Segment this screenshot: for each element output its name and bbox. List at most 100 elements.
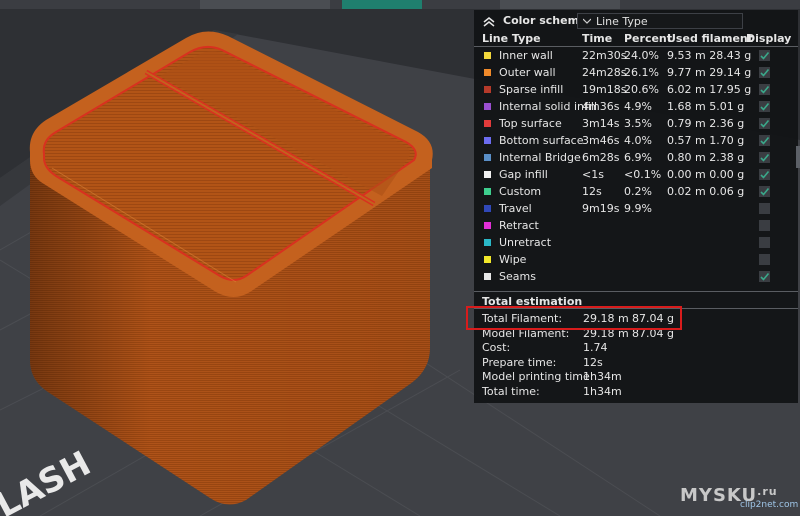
line-used-filament: 0.00 m 0.00 g (667, 168, 745, 181)
display-checkbox[interactable] (759, 135, 770, 146)
line-type-row: Custom 12s 0.2% 0.02 m 0.06 g (474, 184, 798, 201)
line-used-filament: 9.53 m 28.43 g (667, 49, 752, 62)
line-type-name: Unretract (499, 236, 552, 249)
line-type-name: Travel (499, 202, 532, 215)
display-checkbox[interactable] (759, 118, 770, 129)
line-type-row: Retract (474, 218, 798, 235)
display-checkbox[interactable] (759, 169, 770, 180)
color-swatch (484, 154, 491, 161)
color-swatch (484, 222, 491, 229)
check-icon (760, 51, 770, 60)
line-type-row: Inner wall 22m30s 24.0% 9.53 m 28.43 g (474, 48, 798, 65)
line-time: 3m46s (582, 134, 620, 147)
line-type-name: Custom (499, 185, 542, 198)
line-percent: <0.1% (624, 168, 662, 181)
divider (474, 46, 798, 47)
line-time: 12s (582, 185, 602, 198)
line-percent: 20.6% (624, 83, 659, 96)
line-type-name: Top surface (499, 117, 562, 130)
color-swatch (484, 52, 491, 59)
divider (474, 291, 798, 292)
line-type-row: Bottom surface 3m46s 4.0% 0.57 m 1.70 g (474, 133, 798, 150)
display-checkbox[interactable] (759, 67, 770, 78)
line-type-name: Retract (499, 219, 539, 232)
total-value: 1.74 (583, 341, 608, 355)
line-used-filament: 9.77 m 29.14 g (667, 66, 752, 79)
header-line-type: Line Type (482, 32, 541, 45)
chevron-down-icon (583, 18, 591, 24)
display-checkbox[interactable] (759, 203, 770, 214)
color-swatch (484, 273, 491, 280)
line-used-filament: 0.02 m 0.06 g (667, 185, 745, 198)
line-type-name: Outer wall (499, 66, 556, 79)
check-icon (760, 85, 770, 94)
header-time: Time (582, 32, 613, 45)
line-percent: 0.2% (624, 185, 652, 198)
line-percent: 4.0% (624, 134, 652, 147)
color-swatch (484, 86, 491, 93)
color-swatch (484, 69, 491, 76)
color-swatch (484, 239, 491, 246)
line-type-row: Internal Bridge 6m28s 6.9% 0.80 m 2.38 g (474, 150, 798, 167)
line-type-name: Gap infill (499, 168, 548, 181)
color-scheme-selected: Line Type (596, 15, 648, 28)
line-type-row: Top surface 3m14s 3.5% 0.79 m 2.36 g (474, 116, 798, 133)
line-type-name: Seams (499, 270, 536, 283)
color-swatch (484, 171, 491, 178)
header-percent: Percent (624, 32, 673, 45)
total-value: 12s (583, 355, 603, 369)
color-swatch (484, 256, 491, 263)
display-checkbox[interactable] (759, 50, 770, 61)
line-time: 24m28s (582, 66, 627, 79)
line-type-row: Seams (474, 269, 798, 286)
display-checkbox[interactable] (759, 271, 770, 282)
double-chevron-up-icon[interactable] (482, 15, 496, 29)
color-swatch (484, 205, 491, 212)
check-icon (760, 136, 770, 145)
line-type-name: Bottom surface (499, 134, 584, 147)
line-percent: 26.1% (624, 66, 659, 79)
line-percent: 3.5% (624, 117, 652, 130)
total-row: Total time: 1h34m (482, 385, 782, 399)
display-checkbox[interactable] (759, 84, 770, 95)
display-checkbox[interactable] (759, 186, 770, 197)
line-time: 4m36s (582, 100, 620, 113)
check-icon (760, 119, 770, 128)
display-checkbox[interactable] (759, 152, 770, 163)
total-row: Model printing time: 1h34m (482, 370, 782, 384)
total-row: Prepare time: 12s (482, 356, 782, 370)
line-time: <1s (582, 168, 604, 181)
line-used-filament: 6.02 m 17.95 g (667, 83, 752, 96)
display-checkbox[interactable] (759, 254, 770, 265)
color-swatch (484, 103, 491, 110)
display-checkbox[interactable] (759, 101, 770, 112)
color-scheme-header: Color scheme Line Type (474, 10, 798, 34)
color-scheme-dropdown[interactable]: Line Type (577, 13, 743, 29)
line-percent: 24.0% (624, 49, 659, 62)
total-label: Prepare time: (482, 355, 557, 369)
line-type-name: Internal solid infill (499, 100, 598, 113)
line-time: 6m28s (582, 151, 620, 164)
line-time: 19m18s (582, 83, 627, 96)
check-icon (760, 153, 770, 162)
gcode-legend-panel: Color scheme Line Type Line Type Time Pe… (474, 10, 798, 403)
color-swatch (484, 188, 491, 195)
line-type-row: Wipe (474, 252, 798, 269)
check-icon (760, 102, 770, 111)
display-checkbox[interactable] (759, 220, 770, 231)
display-checkbox[interactable] (759, 237, 770, 248)
total-row: Cost: 1.74 (482, 341, 782, 355)
check-icon (760, 68, 770, 77)
total-label: Total time: (482, 385, 540, 398)
total-value: 1h34m (583, 385, 622, 398)
total-filament-highlight (466, 306, 682, 330)
check-icon (760, 170, 770, 179)
total-label: Cost: (482, 341, 511, 355)
color-swatch (484, 137, 491, 144)
line-used-filament: 0.57 m 1.70 g (667, 134, 745, 147)
side-panel-handle[interactable] (796, 146, 800, 168)
header-used-filament: Used filament (667, 32, 754, 45)
watermark-sub: clip2net.com (740, 500, 799, 510)
line-time: 9m19s (582, 202, 620, 215)
line-percent: 4.9% (624, 100, 652, 113)
